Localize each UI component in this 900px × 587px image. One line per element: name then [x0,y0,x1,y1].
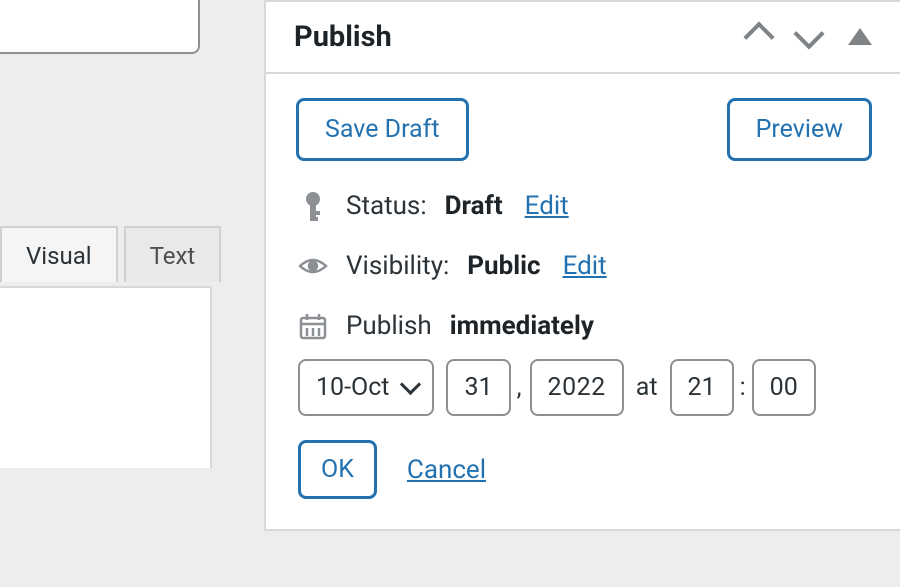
cancel-link[interactable]: Cancel [407,455,486,485]
editor-tabs: Visual Text [0,226,221,282]
publish-header: Publish [266,2,900,74]
minute-input[interactable]: 00 [752,359,816,416]
eye-icon [298,256,328,276]
title-input-outline [0,0,200,54]
schedule-row: Publish immediately [298,311,872,341]
key-icon [298,191,328,221]
publish-header-controls [748,20,872,54]
save-draft-label: Save Draft [325,115,440,144]
tab-text[interactable]: Text [124,226,222,282]
chevron-down-icon [400,374,421,395]
year-input[interactable]: 2022 [530,359,624,416]
date-comma: , [517,373,522,402]
hour-value: 21 [688,373,716,402]
month-value: 10-Oct [316,373,389,402]
publish-body: Save Draft Preview Status: Draft Edit Vi… [266,74,900,529]
tab-text-label: Text [150,242,196,270]
minute-value: 00 [770,373,798,402]
status-edit-link[interactable]: Edit [525,191,569,221]
tab-visual-label: Visual [26,242,92,270]
preview-button[interactable]: Preview [727,98,872,161]
save-draft-button[interactable]: Save Draft [296,98,469,161]
publish-actions-row: Save Draft Preview [296,98,872,161]
ok-label: OK [321,455,354,484]
schedule-label-a: Publish [346,311,432,341]
status-label: Status: [346,191,427,221]
day-value: 31 [464,373,492,402]
tab-visual[interactable]: Visual [0,226,118,282]
editor-content-area[interactable] [0,286,212,468]
publish-title: Publish [294,20,392,54]
toggle-panel-icon[interactable] [848,23,872,51]
calendar-icon [298,312,328,340]
visibility-row: Visibility: Public Edit [298,251,872,281]
status-value: Draft [445,191,503,221]
visibility-edit-link[interactable]: Edit [563,251,607,281]
schedule-label-b: immediately [450,311,594,341]
ok-button[interactable]: OK [298,440,377,499]
hour-input[interactable]: 21 [670,359,734,416]
schedule-date-row: 10-Oct 31 , 2022 at 21 : 00 [298,359,872,416]
move-up-icon[interactable] [748,20,770,54]
visibility-value: Public [467,251,540,281]
publish-panel: Publish Save Draft Preview Status: Draft… [264,0,900,531]
day-input[interactable]: 31 [446,359,510,416]
move-down-icon[interactable] [798,23,820,51]
status-row: Status: Draft Edit [298,191,872,221]
year-value: 2022 [548,373,606,402]
month-select[interactable]: 10-Oct [298,359,434,416]
schedule-confirm-row: OK Cancel [298,440,872,499]
visibility-label: Visibility: [346,251,449,281]
preview-label: Preview [756,115,843,144]
at-text: at [636,373,658,402]
time-separator: : [740,373,746,402]
